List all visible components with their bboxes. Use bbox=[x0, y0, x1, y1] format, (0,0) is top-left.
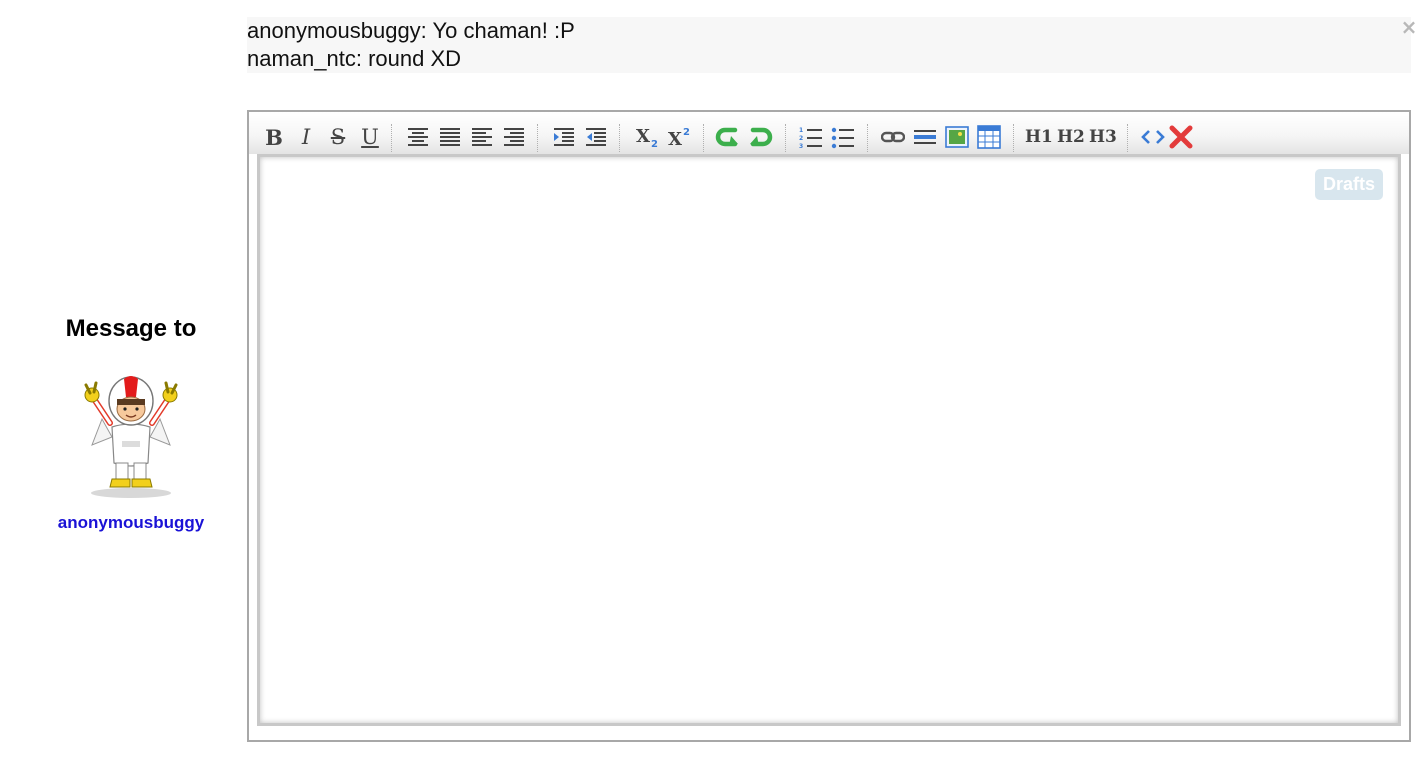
svg-text:X: X bbox=[636, 126, 650, 147]
superscript-icon[interactable]: X2 bbox=[667, 124, 693, 150]
remove-format-icon[interactable] bbox=[1169, 124, 1193, 150]
toolbar-separator bbox=[703, 124, 704, 152]
drafts-button[interactable]: Drafts bbox=[1315, 169, 1384, 200]
message-to-heading: Message to bbox=[65, 315, 197, 342]
h3-icon[interactable]: H3 bbox=[1089, 124, 1117, 150]
align-center-icon[interactable] bbox=[407, 124, 429, 150]
toolbar-separator bbox=[1127, 124, 1128, 152]
link-icon[interactable] bbox=[881, 124, 905, 150]
editor-toolbar: B I S U X 2 X 2 1 2 3 H1 H2 H3 bbox=[249, 112, 1409, 154]
justify-icon[interactable] bbox=[439, 124, 461, 150]
avatar bbox=[84, 376, 178, 498]
svg-text:3: 3 bbox=[799, 143, 803, 149]
align-right-icon[interactable] bbox=[503, 124, 525, 150]
unordered-list-icon[interactable] bbox=[831, 124, 855, 150]
toolbar-separator bbox=[391, 124, 392, 152]
toolbar-separator bbox=[867, 124, 868, 152]
redo-icon[interactable] bbox=[747, 124, 773, 150]
source-code-icon[interactable] bbox=[1141, 124, 1165, 150]
message-editor: B I S U X 2 X 2 1 2 3 H1 H2 H3 Drafts bbox=[247, 110, 1411, 742]
table-icon[interactable] bbox=[977, 124, 1001, 150]
strikethrough-icon[interactable]: S bbox=[327, 124, 349, 150]
toolbar-separator bbox=[619, 124, 620, 152]
indent-icon[interactable] bbox=[553, 124, 575, 150]
toolbar-separator bbox=[1013, 124, 1014, 152]
recipient-panel: Message to anonymousbuggy bbox=[40, 313, 222, 533]
svg-text:X: X bbox=[668, 129, 682, 149]
svg-text:2: 2 bbox=[651, 139, 658, 149]
close-icon[interactable]: × bbox=[1400, 17, 1418, 37]
svg-text:2: 2 bbox=[683, 127, 690, 138]
h2-icon[interactable]: H2 bbox=[1057, 124, 1085, 150]
image-icon[interactable] bbox=[945, 124, 969, 150]
message-textarea[interactable]: Drafts bbox=[257, 154, 1401, 726]
recipient-username-link[interactable]: anonymousbuggy bbox=[40, 513, 222, 533]
chat-message: naman_ntc: round XD bbox=[247, 46, 462, 71]
outdent-icon[interactable] bbox=[585, 124, 607, 150]
align-left-icon[interactable] bbox=[471, 124, 493, 150]
underline-icon[interactable]: U bbox=[359, 124, 381, 150]
svg-text:1: 1 bbox=[799, 127, 803, 134]
message-page: anonymousbuggy: Yo chaman! :P naman_ntc:… bbox=[0, 0, 1425, 770]
horizontal-rule-icon[interactable] bbox=[913, 124, 937, 150]
bold-icon[interactable]: B bbox=[263, 124, 285, 150]
chat-transcript: anonymousbuggy: Yo chaman! :P naman_ntc:… bbox=[247, 17, 1411, 73]
toolbar-separator bbox=[537, 124, 538, 152]
h1-icon[interactable]: H1 bbox=[1025, 124, 1053, 150]
undo-icon[interactable] bbox=[715, 124, 741, 150]
toolbar-separator bbox=[785, 124, 786, 152]
subscript-icon[interactable]: X2 bbox=[635, 124, 661, 150]
svg-text:2: 2 bbox=[799, 135, 803, 142]
ordered-list-icon[interactable]: 123 bbox=[799, 124, 823, 150]
chat-message: anonymousbuggy: Yo chaman! :P bbox=[247, 18, 575, 43]
italic-icon[interactable]: I bbox=[295, 124, 317, 150]
